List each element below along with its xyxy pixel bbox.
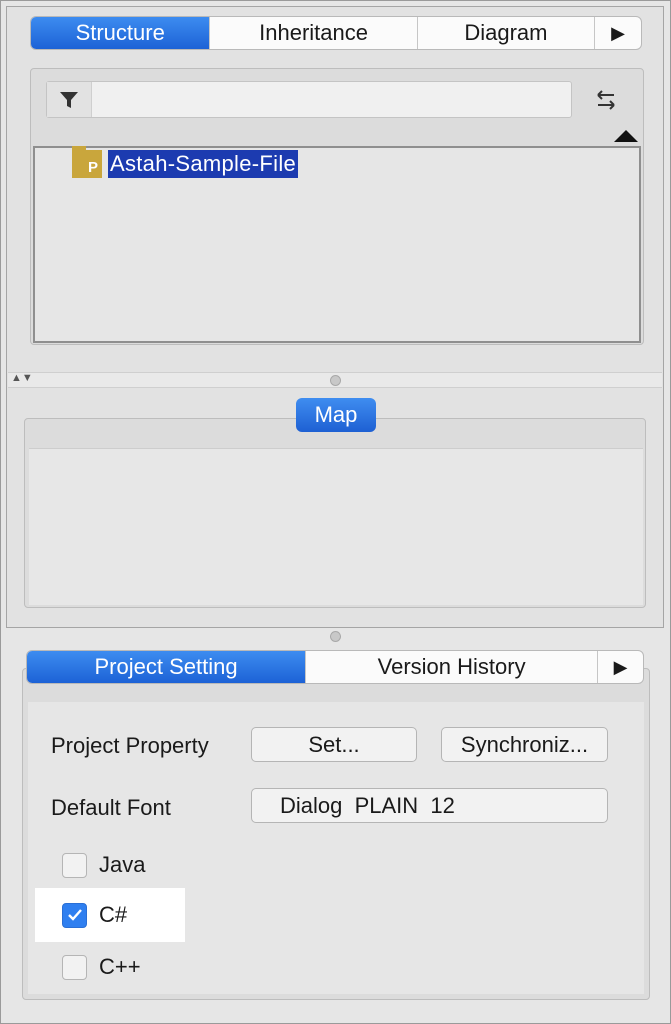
synchronize-button[interactable]: Synchroniz... — [441, 727, 608, 762]
bottom-tabbar: Project Setting Version History ▶ — [26, 650, 644, 684]
splitter-handle[interactable] — [330, 375, 341, 386]
tab-inheritance[interactable]: Inheritance — [210, 17, 418, 49]
cpp-checkbox[interactable] — [62, 954, 87, 980]
project-property-label: Project Property — [51, 733, 209, 758]
csharp-option[interactable]: C# — [62, 902, 127, 928]
checkmark-icon — [67, 909, 82, 921]
filter-input[interactable] — [95, 86, 569, 114]
tab-more-arrow-icon[interactable]: ▶ — [595, 17, 641, 49]
default-font-label: Default Font — [51, 795, 171, 820]
filter-field[interactable] — [46, 81, 572, 118]
csharp-label: C# — [99, 902, 128, 927]
pane-splitter-handle[interactable] — [330, 631, 341, 642]
top-tabbar: Structure Inheritance Diagram ▶ — [30, 16, 642, 50]
splitter-arrows-icon[interactable]: ▲▼ — [11, 372, 33, 384]
tab-diagram[interactable]: Diagram — [418, 17, 596, 49]
filter-icon[interactable] — [47, 82, 92, 117]
font-value: Dialog PLAIN 12 — [280, 792, 455, 818]
map-button[interactable]: Map — [296, 398, 376, 432]
tab-version-history[interactable]: Version History — [306, 651, 599, 683]
tab-project-setting[interactable]: Project Setting — [27, 651, 307, 683]
tab-more-arrow-icon[interactable]: ▶ — [598, 651, 643, 683]
java-checkbox[interactable] — [62, 852, 87, 878]
sync-arrows-icon[interactable] — [592, 86, 620, 114]
java-option[interactable]: Java — [62, 852, 145, 878]
tree-item-label: Astah-Sample-File — [108, 150, 299, 178]
tab-structure[interactable]: Structure — [31, 17, 211, 49]
collapse-up-icon[interactable] — [614, 130, 638, 142]
java-label: Java — [99, 852, 146, 877]
set-button[interactable]: Set... — [251, 727, 417, 762]
cpp-option[interactable]: C++ — [62, 954, 141, 980]
cpp-label: C++ — [99, 954, 141, 979]
package-icon: P — [72, 146, 102, 178]
csharp-checkbox[interactable] — [62, 902, 87, 928]
tree-item-project[interactable]: P Astah-Sample-File — [72, 146, 299, 178]
font-selector-button[interactable]: Dialog PLAIN 12 — [251, 788, 608, 823]
map-view[interactable] — [29, 448, 643, 605]
